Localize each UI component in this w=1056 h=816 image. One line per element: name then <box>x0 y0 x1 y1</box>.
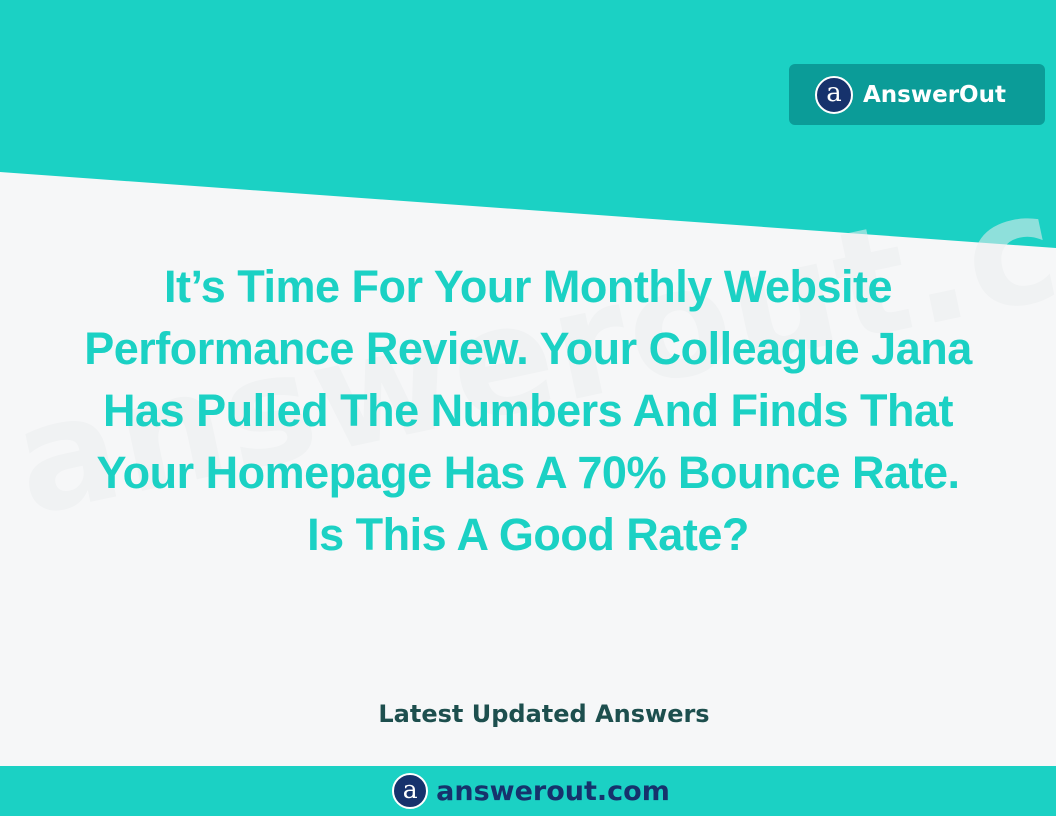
question-line: Performance Review. Your Colleague Jana <box>84 323 972 374</box>
footer-link[interactable]: a answerout.com <box>392 773 670 809</box>
brand-name: AnswerOut <box>863 81 1006 108</box>
question-text: It’s Time For Your Monthly Website Perfo… <box>0 256 1056 566</box>
answerout-logo-icon: a <box>392 773 429 809</box>
question-line: Has Pulled The Numbers And Finds That <box>103 385 953 436</box>
section-label: Latest Updated Answers <box>378 700 710 728</box>
question-line: It’s Time For Your Monthly Website <box>163 261 893 312</box>
question-line: Your Homepage Has A 70% Bounce Rate. <box>96 447 960 498</box>
footer-domain: answerout.com <box>436 775 670 807</box>
question-line: Is This A Good Rate? <box>307 509 749 560</box>
footer-bar: a answerout.com <box>0 766 1056 816</box>
answerout-logo-icon: a <box>815 75 853 114</box>
brand-badge[interactable]: a AnswerOut <box>789 64 1045 125</box>
